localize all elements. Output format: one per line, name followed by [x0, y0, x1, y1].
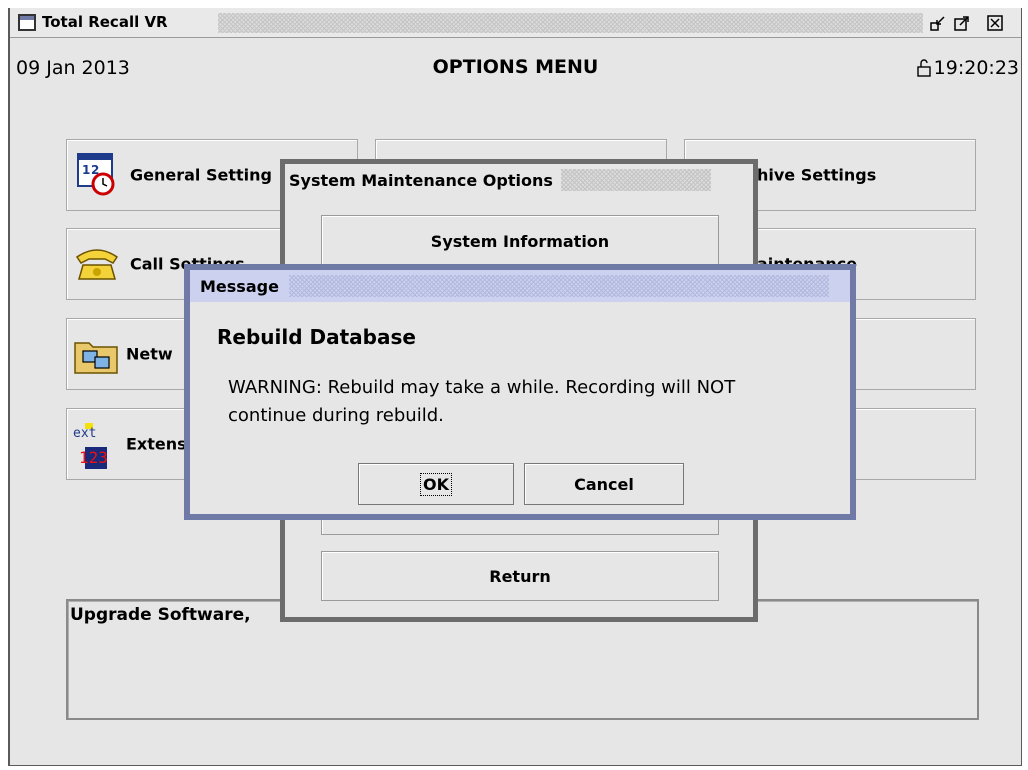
time-display: 19:20:23 [916, 57, 1019, 79]
title-bar-texture [218, 13, 923, 33]
archive-settings-label: hive Settings [757, 165, 877, 185]
message-heading: Rebuild Database [217, 325, 416, 349]
svg-text:ext: ext [73, 426, 96, 441]
app-title: Total Recall VR [42, 13, 168, 31]
maintenance-dialog-title-bar: System Maintenance Options [285, 164, 753, 196]
page-title: OPTIONS MENU [432, 56, 599, 78]
clock-time: 19:20:23 [933, 57, 1019, 79]
maximize-icon[interactable] [954, 15, 970, 31]
system-information-button[interactable]: System Information [321, 215, 719, 267]
extension-numbers-icon: ext 123 [73, 423, 108, 469]
network-computers-icon [74, 342, 118, 374]
telephone-icon [75, 249, 119, 280]
ok-button[interactable]: OK [358, 463, 514, 505]
message-body: WARNING: Rebuild may take a while. Recor… [228, 377, 736, 426]
svg-text:1: 1 [82, 163, 90, 177]
maintenance-title-texture [560, 169, 711, 191]
cancel-button[interactable]: Cancel [524, 463, 684, 505]
return-button[interactable]: Return [321, 551, 719, 601]
unlock-icon [916, 59, 931, 77]
svg-text:123: 123 [79, 448, 108, 467]
message-title-texture [288, 275, 829, 297]
info-text: Upgrade Software, [70, 605, 251, 625]
general-settings-label: General Setting [130, 165, 272, 185]
ok-button-label: OK [420, 472, 452, 496]
calendar-clock-icon: 1 2 [77, 153, 115, 196]
close-icon[interactable] [987, 15, 1003, 31]
message-dialog: Message Rebuild Database WARNING: Rebuil… [184, 264, 856, 520]
title-bar: Total Recall VR [10, 8, 1021, 38]
message-dialog-title-bar: Message [190, 270, 850, 302]
minimize-icon[interactable] [930, 15, 946, 31]
network-label: Netw [126, 344, 173, 364]
message-dialog-title: Message [200, 276, 279, 296]
maintenance-dialog-title: System Maintenance Options [289, 170, 553, 190]
extensions-label: Extens [126, 434, 187, 454]
app-window-icon [18, 14, 36, 31]
